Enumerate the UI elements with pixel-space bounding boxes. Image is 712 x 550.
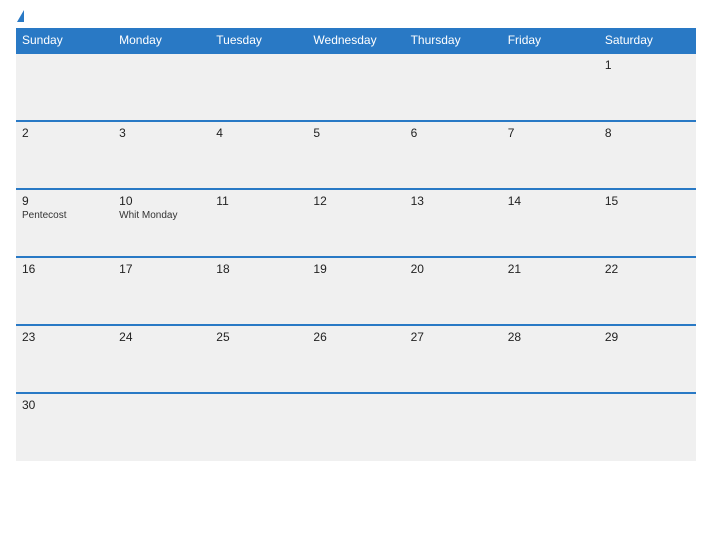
day-number: 3 <box>119 126 204 140</box>
calendar-cell: 17 <box>113 257 210 325</box>
day-number: 12 <box>313 194 398 208</box>
day-number: 19 <box>313 262 398 276</box>
calendar-cell <box>210 53 307 121</box>
logo <box>16 10 24 22</box>
calendar-cell <box>210 393 307 461</box>
day-number: 23 <box>22 330 107 344</box>
calendar-cell: 3 <box>113 121 210 189</box>
calendar-cell <box>16 53 113 121</box>
calendar-cell <box>405 53 502 121</box>
day-number: 30 <box>22 398 107 412</box>
calendar-cell <box>307 393 404 461</box>
day-number: 6 <box>411 126 496 140</box>
day-number: 29 <box>605 330 690 344</box>
weekday-header-monday: Monday <box>113 28 210 53</box>
calendar-cell: 16 <box>16 257 113 325</box>
calendar-cell: 28 <box>502 325 599 393</box>
calendar-cell: 15 <box>599 189 696 257</box>
calendar-cell: 19 <box>307 257 404 325</box>
header <box>16 10 696 22</box>
weekday-header-sunday: Sunday <box>16 28 113 53</box>
day-number: 18 <box>216 262 301 276</box>
calendar-cell: 27 <box>405 325 502 393</box>
day-number: 25 <box>216 330 301 344</box>
calendar-header: SundayMondayTuesdayWednesdayThursdayFrid… <box>16 28 696 53</box>
calendar-table: SundayMondayTuesdayWednesdayThursdayFrid… <box>16 28 696 461</box>
calendar-cell <box>113 53 210 121</box>
day-number: 14 <box>508 194 593 208</box>
day-number: 20 <box>411 262 496 276</box>
day-number: 22 <box>605 262 690 276</box>
calendar-cell: 5 <box>307 121 404 189</box>
calendar-cell: 22 <box>599 257 696 325</box>
day-number: 9 <box>22 194 107 208</box>
day-number: 26 <box>313 330 398 344</box>
logo-block <box>16 10 24 22</box>
day-number: 28 <box>508 330 593 344</box>
calendar-cell: 24 <box>113 325 210 393</box>
calendar-cell: 13 <box>405 189 502 257</box>
calendar-week-row: 9 Pentecost 10 Whit Monday 11 12 13 14 15 <box>16 189 696 257</box>
day-number: 5 <box>313 126 398 140</box>
calendar-cell: 20 <box>405 257 502 325</box>
calendar-cell: 11 <box>210 189 307 257</box>
calendar-cell: 4 <box>210 121 307 189</box>
calendar-week-row: 1 <box>16 53 696 121</box>
calendar-cell: 14 <box>502 189 599 257</box>
day-number: 21 <box>508 262 593 276</box>
calendar-cell: 6 <box>405 121 502 189</box>
day-number: 16 <box>22 262 107 276</box>
day-number: 1 <box>605 58 690 72</box>
calendar-cell: 25 <box>210 325 307 393</box>
logo-top-row <box>16 10 24 22</box>
calendar-cell <box>307 53 404 121</box>
day-number: 8 <box>605 126 690 140</box>
weekday-header-friday: Friday <box>502 28 599 53</box>
weekday-header-saturday: Saturday <box>599 28 696 53</box>
day-number: 15 <box>605 194 690 208</box>
day-number: 10 <box>119 194 204 208</box>
day-number: 11 <box>216 194 301 208</box>
calendar-cell: 2 <box>16 121 113 189</box>
calendar-cell: 1 <box>599 53 696 121</box>
logo-triangle-icon <box>17 10 24 22</box>
calendar-cell: 9 Pentecost <box>16 189 113 257</box>
calendar-week-row: 16 17 18 19 20 21 22 <box>16 257 696 325</box>
day-number: 27 <box>411 330 496 344</box>
calendar-cell <box>502 393 599 461</box>
calendar-cell: 7 <box>502 121 599 189</box>
calendar-cell: 30 <box>16 393 113 461</box>
weekday-header-row: SundayMondayTuesdayWednesdayThursdayFrid… <box>16 28 696 53</box>
page: SundayMondayTuesdayWednesdayThursdayFrid… <box>0 0 712 550</box>
day-number: 7 <box>508 126 593 140</box>
day-number: 24 <box>119 330 204 344</box>
weekday-header-tuesday: Tuesday <box>210 28 307 53</box>
calendar-cell: 10 Whit Monday <box>113 189 210 257</box>
calendar-cell: 12 <box>307 189 404 257</box>
calendar-week-row: 23 24 25 26 27 28 29 <box>16 325 696 393</box>
calendar-cell: 29 <box>599 325 696 393</box>
calendar-cell <box>405 393 502 461</box>
calendar-cell <box>502 53 599 121</box>
calendar-cell <box>599 393 696 461</box>
day-number: 2 <box>22 126 107 140</box>
calendar-body: 123456789Pentecost10Whit Monday111213141… <box>16 53 696 461</box>
calendar-cell: 26 <box>307 325 404 393</box>
weekday-header-thursday: Thursday <box>405 28 502 53</box>
calendar-week-row: 30 <box>16 393 696 461</box>
calendar-week-row: 2345678 <box>16 121 696 189</box>
day-number: 17 <box>119 262 204 276</box>
calendar-cell: 8 <box>599 121 696 189</box>
day-number: 13 <box>411 194 496 208</box>
day-number: 4 <box>216 126 301 140</box>
calendar-cell <box>113 393 210 461</box>
calendar-cell: 18 <box>210 257 307 325</box>
calendar-cell: 21 <box>502 257 599 325</box>
holiday-label: Whit Monday <box>119 210 204 221</box>
calendar-cell: 23 <box>16 325 113 393</box>
holiday-label: Pentecost <box>22 210 107 221</box>
weekday-header-wednesday: Wednesday <box>307 28 404 53</box>
